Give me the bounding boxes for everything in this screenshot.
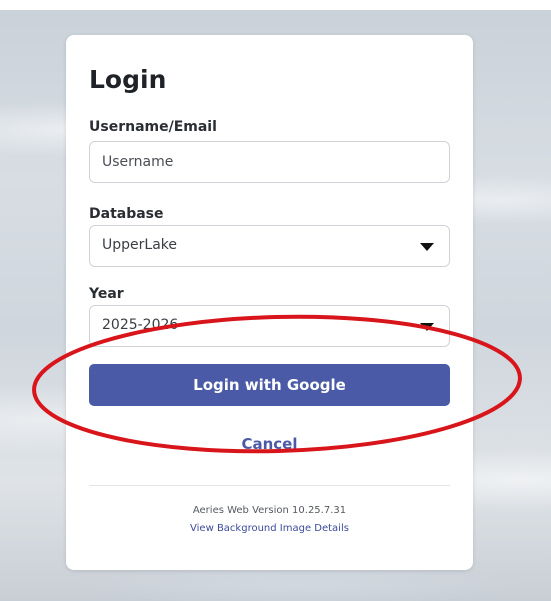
chevron-down-icon	[420, 323, 434, 331]
chevron-down-icon	[420, 243, 434, 251]
login-with-google-button[interactable]: Login with Google	[89, 364, 450, 406]
year-selected-value: 2025-2026	[102, 317, 179, 333]
version-text: Aeries Web Version 10.25.7.31	[192, 505, 347, 516]
divider	[89, 485, 450, 486]
username-input[interactable]	[90, 142, 449, 182]
cancel-link[interactable]: Cancel	[66, 435, 473, 453]
database-selected-value: UpperLake	[102, 237, 177, 253]
username-field-wrapper	[89, 141, 450, 183]
page-title: Login	[89, 65, 167, 94]
username-label: Username/Email	[89, 119, 217, 135]
database-label: Database	[89, 206, 164, 222]
year-label: Year	[89, 286, 124, 302]
top-strip	[0, 0, 551, 10]
database-select[interactable]: UpperLake	[89, 225, 450, 267]
view-background-details-link[interactable]: View Background Image Details	[66, 523, 473, 534]
year-select[interactable]: 2025-2026	[89, 305, 450, 347]
login-card: Login Username/Email Database UpperLake …	[66, 35, 473, 570]
